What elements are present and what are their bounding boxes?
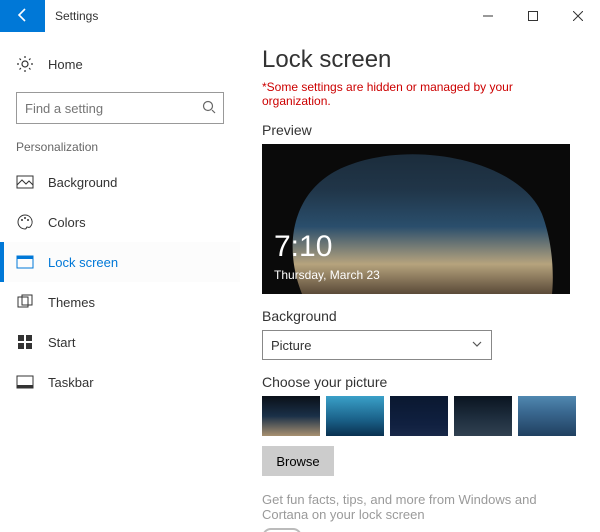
page-title: Lock screen [262,46,578,74]
main-panel: Lock screen *Some settings are hidden or… [240,32,600,532]
sidebar-item-label: Themes [48,295,95,310]
sidebar-item-label: Colors [48,215,86,230]
sidebar-item-start[interactable]: Start [0,322,240,362]
palette-icon [16,213,34,231]
maximize-icon [528,9,538,24]
picture-thumbnail[interactable] [454,396,512,436]
gear-icon [16,55,34,73]
preview-date: Thursday, March 23 [274,268,380,282]
search-icon [202,100,216,117]
minimize-icon [483,9,493,24]
choose-picture-label: Choose your picture [262,374,578,390]
preview-label: Preview [262,122,578,138]
preview-clock: 7:10 [274,230,332,264]
sidebar: Home Personalization Background Colors L… [0,32,240,532]
background-value: Picture [271,338,311,353]
minimize-button[interactable] [465,0,510,32]
background-dropdown[interactable]: Picture [262,330,492,360]
chevron-down-icon [471,338,483,353]
background-label: Background [262,308,578,324]
maximize-button[interactable] [510,0,555,32]
sidebar-item-lock-screen[interactable]: Lock screen [0,242,240,282]
close-icon [573,9,583,24]
themes-icon [16,293,34,311]
lockscreen-preview: 7:10 Thursday, March 23 [262,144,570,294]
picture-thumbnail[interactable] [518,396,576,436]
back-button[interactable] [0,0,45,32]
close-button[interactable] [555,0,600,32]
org-management-note: *Some settings are hidden or managed by … [262,80,578,108]
sidebar-item-label: Background [48,175,117,190]
arrow-left-icon [15,7,31,26]
titlebar: Settings [0,0,600,32]
picture-thumbnail[interactable] [390,396,448,436]
search-input[interactable] [16,92,224,124]
sidebar-home-label: Home [48,57,83,72]
browse-button[interactable]: Browse [262,446,334,476]
image-icon [16,173,34,191]
lockscreen-icon [16,253,34,271]
sidebar-item-label: Lock screen [48,255,118,270]
sidebar-section-label: Personalization [0,136,240,162]
window-title: Settings [45,0,465,32]
picture-thumbnail[interactable] [326,396,384,436]
sidebar-item-taskbar[interactable]: Taskbar [0,362,240,402]
sidebar-item-colors[interactable]: Colors [0,202,240,242]
start-icon [16,333,34,351]
fun-facts-label: Get fun facts, tips, and more from Windo… [262,492,578,522]
sidebar-item-background[interactable]: Background [0,162,240,202]
sidebar-item-themes[interactable]: Themes [0,282,240,322]
sidebar-item-label: Taskbar [48,375,94,390]
picture-thumbnail[interactable] [262,396,320,436]
sidebar-item-label: Start [48,335,75,350]
fun-facts-toggle[interactable] [262,528,302,532]
sidebar-home[interactable]: Home [0,44,240,84]
taskbar-icon [16,373,34,391]
